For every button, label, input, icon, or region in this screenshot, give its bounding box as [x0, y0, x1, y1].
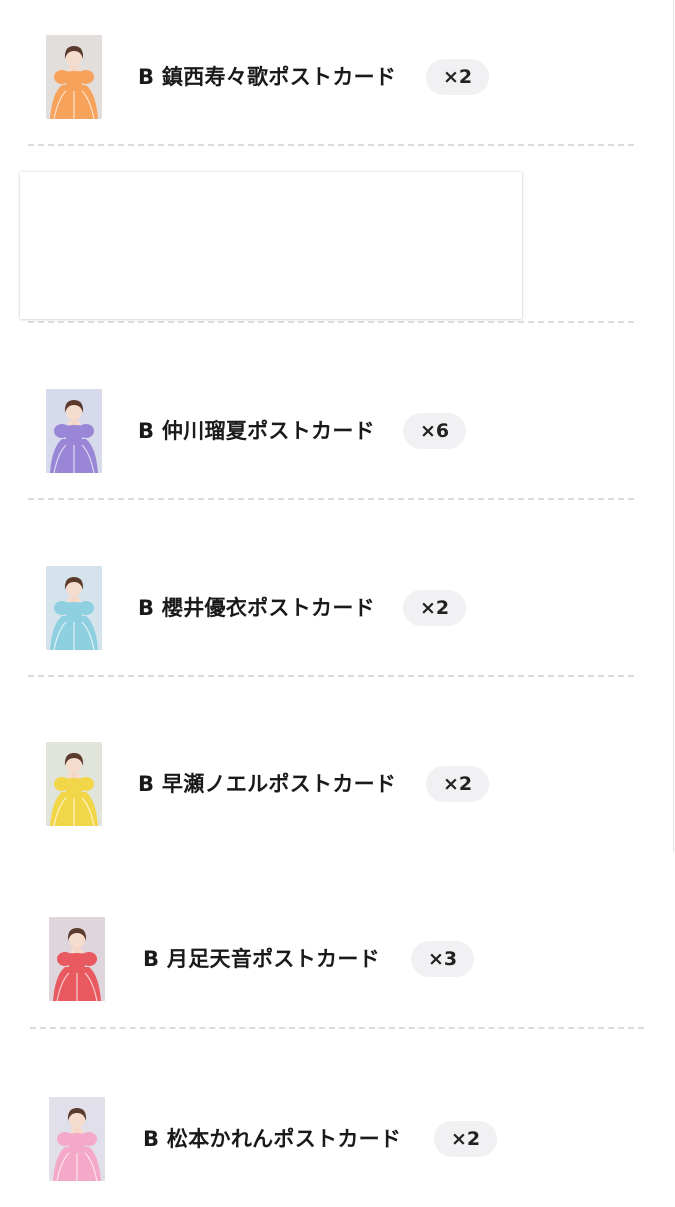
- postcard-thumbnail: [46, 35, 102, 119]
- divider: [28, 498, 634, 500]
- item-title: B 櫻井優衣ポストカード: [138, 596, 375, 620]
- postcard-thumbnail: [49, 917, 105, 1001]
- postcard-thumbnail: [46, 566, 102, 650]
- list-item[interactable]: B 松本かれんポストカード ×2: [0, 1097, 675, 1207]
- divider: [30, 1027, 644, 1029]
- item-title: B 月足天音ポストカード: [143, 947, 380, 971]
- postcard-photo-icon: [46, 566, 102, 650]
- item-title: B 松本かれんポストカード: [143, 1127, 402, 1151]
- divider: [28, 321, 634, 323]
- quantity-badge: ×2: [403, 590, 467, 626]
- postcard-photo-icon: [46, 742, 102, 826]
- divider: [28, 675, 634, 677]
- postcard-thumbnail: [46, 389, 102, 473]
- list-item[interactable]: B 鎮西寿々歌ポストカード ×2: [0, 35, 675, 145]
- blank-card: [20, 172, 522, 319]
- item-title: B 早瀬ノエルポストカード: [138, 772, 397, 796]
- quantity-badge: ×2: [426, 766, 490, 802]
- quantity-badge: ×3: [411, 941, 475, 977]
- postcard-photo-icon: [46, 35, 102, 119]
- quantity-badge: ×2: [426, 59, 490, 95]
- postcard-thumbnail: [46, 742, 102, 826]
- postcard-photo-icon: [49, 917, 105, 1001]
- item-title: B 鎮西寿々歌ポストカード: [138, 65, 397, 89]
- postcard-thumbnail: [49, 1097, 105, 1181]
- postcard-photo-icon: [46, 389, 102, 473]
- item-title: B 仲川瑠夏ポストカード: [138, 419, 375, 443]
- divider: [28, 144, 634, 146]
- list-item[interactable]: B 月足天音ポストカード ×3: [0, 917, 675, 1027]
- list-item[interactable]: B 櫻井優衣ポストカード ×2: [0, 566, 675, 676]
- quantity-badge: ×2: [434, 1121, 498, 1157]
- list-item[interactable]: B 仲川瑠夏ポストカード ×6: [0, 389, 675, 499]
- postcard-photo-icon: [49, 1097, 105, 1181]
- list-item[interactable]: B 早瀬ノエルポストカード ×2: [0, 742, 675, 852]
- quantity-badge: ×6: [403, 413, 467, 449]
